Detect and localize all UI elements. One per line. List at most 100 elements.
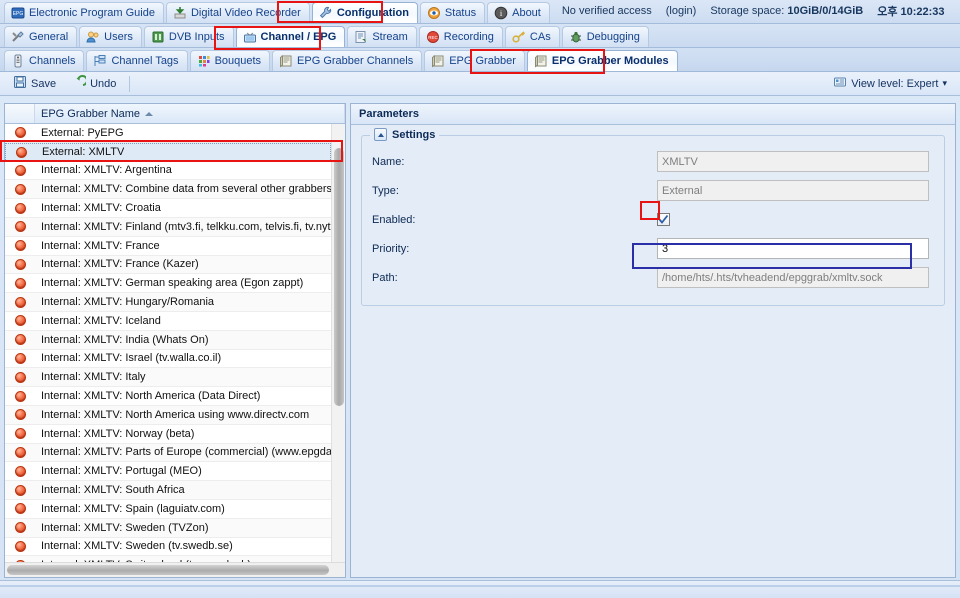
grabber-status-icon <box>5 334 35 346</box>
table-row[interactable]: Internal: XMLTV: South Africa <box>5 481 331 500</box>
grabber-status-icon <box>5 296 35 308</box>
tab-status[interactable]: Status <box>419 2 486 23</box>
epgtab-epg-grabber-channels[interactable]: EPG Grabber Channels <box>272 50 423 71</box>
table-row[interactable]: Internal: XMLTV: Norway (beta) <box>5 425 331 444</box>
grabber-status-icon <box>5 352 35 364</box>
path-label: Path: <box>372 271 398 284</box>
grabber-icon <box>534 54 548 68</box>
epgtab-epg-grabber[interactable]: EPG Grabber <box>424 50 525 71</box>
epgtab-channels[interactable]: Channels <box>4 50 85 71</box>
path-input[interactable] <box>657 267 929 288</box>
grid-body: External: PyEPG External: XMLTV Internal: … <box>5 124 345 562</box>
subtab-dvb-inputs[interactable]: DVB Inputs <box>143 26 234 47</box>
grabber-status-icon <box>5 446 35 458</box>
bulb-icon <box>14 183 26 195</box>
undo-button[interactable]: Undo <box>65 72 123 95</box>
bulb-icon <box>14 540 26 552</box>
table-row[interactable]: External: PyEPG <box>5 124 331 143</box>
checkmark-icon <box>658 214 669 224</box>
save-button[interactable]: Save <box>6 72 63 95</box>
table-row[interactable]: Internal: XMLTV: Croatia <box>5 199 331 218</box>
subtab-label: Recording <box>443 31 494 43</box>
table-row[interactable]: Internal: XMLTV: Sweden (tv.swedb.se) <box>5 538 331 557</box>
epg-icon: EPG <box>11 6 25 20</box>
tab-digital-video-recorder[interactable]: Digital Video Recorder <box>165 2 310 23</box>
grabber-status-icon <box>5 522 35 534</box>
grabber-name-cell: Internal: XMLTV: India (Whats On) <box>41 333 209 346</box>
table-row[interactable]: Internal: XMLTV: France (Kazer) <box>5 255 331 275</box>
tab-configuration[interactable]: Configuration <box>311 2 418 23</box>
action-toolbar: Save Undo View level: Expert ▾ <box>0 72 960 96</box>
login-link[interactable]: (login) <box>666 5 697 17</box>
table-row[interactable]: Internal: XMLTV: Finland (mtv3.fi, telkk… <box>5 217 331 237</box>
epgtab-label: Channel Tags <box>111 55 179 67</box>
save-icon <box>13 75 27 92</box>
grid-header-epg-grabber-name[interactable]: EPG Grabber Name <box>35 104 345 123</box>
type-label: Type: <box>372 184 399 197</box>
subtab-general[interactable]: General <box>4 26 78 47</box>
parameters-panel-title: Parameters <box>351 104 955 125</box>
grid-horizontal-scrollbar[interactable] <box>5 562 345 577</box>
subtab-label: Stream <box>372 31 408 43</box>
subtab-users[interactable]: Users <box>79 26 142 47</box>
epgtab-bouquets[interactable]: Bouquets <box>189 50 271 71</box>
tab-label: About <box>512 7 541 19</box>
table-row[interactable]: Internal: XMLTV: North America using www… <box>5 405 331 425</box>
view-level-label: View level: Expert <box>851 77 939 90</box>
bulb-icon <box>14 221 26 233</box>
tv-icon <box>243 30 257 44</box>
grabber-name-cell: Internal: XMLTV: Argentina <box>41 164 172 177</box>
epg-grabber-modules-grid: EPG Grabber Name External: PyEPG External… <box>4 103 346 578</box>
table-row[interactable]: Internal: XMLTV: North America (Data Dir… <box>5 387 331 406</box>
grid-horizontal-scroll-thumb[interactable] <box>7 565 329 575</box>
grabber-status-icon <box>5 428 35 440</box>
table-row[interactable]: Internal: XMLTV: Argentina <box>5 162 331 181</box>
name-input[interactable] <box>657 151 929 172</box>
table-row[interactable]: Internal: XMLTV: Iceland <box>5 312 331 331</box>
table-row[interactable]: Internal: XMLTV: Israel (tv.walla.co.il) <box>5 350 331 369</box>
bulb-icon <box>14 390 26 402</box>
grabber-status-icon <box>5 315 35 327</box>
grabber-name-cell: Internal: XMLTV: France (Kazer) <box>41 258 199 271</box>
tab-about[interactable]: i About <box>487 2 550 23</box>
table-row[interactable]: Internal: XMLTV: India (Whats On) <box>5 330 331 350</box>
subtab-channel-epg[interactable]: Channel / EPG <box>235 26 346 47</box>
collapse-settings-button[interactable] <box>374 128 387 141</box>
priority-input[interactable] <box>657 238 929 259</box>
table-row[interactable]: Internal: XMLTV: Portugal (MEO) <box>5 462 331 482</box>
view-level-button[interactable]: View level: Expert ▾ <box>826 72 954 95</box>
subtab-recording[interactable]: REC Recording <box>418 26 503 47</box>
grid-icon <box>197 54 211 68</box>
subtab-label: General <box>29 31 69 43</box>
table-row[interactable]: Internal: XMLTV: Hungary/Romania <box>5 293 331 312</box>
field-row-name: Name: <box>372 150 934 173</box>
grabber-name-cell: Internal: XMLTV: Israel (tv.walla.co.il) <box>41 352 222 365</box>
subtab-cas[interactable]: CAs <box>504 26 560 47</box>
grabber-name-cell: Internal: XMLTV: Sweden (TVZon) <box>41 521 209 534</box>
storage-space-group: Storage space: 10GiB/0/14GiB <box>710 5 863 17</box>
table-row[interactable]: Internal: XMLTV: Parts of Europe (commer… <box>5 443 331 463</box>
table-row[interactable]: Internal: XMLTV: German speaking area (E… <box>5 274 331 294</box>
table-row[interactable]: Internal: XMLTV: Combine data from sever… <box>5 180 331 200</box>
subtab-debugging[interactable]: Debugging <box>561 26 649 47</box>
grabber-name-cell: Internal: XMLTV: Norway (beta) <box>41 427 195 440</box>
epgtab-label: Channels <box>29 55 76 67</box>
table-row[interactable]: External: XMLTV <box>5 142 331 162</box>
bulb-icon <box>14 428 26 440</box>
enabled-checkbox[interactable] <box>657 213 670 226</box>
grabber-name-cell: External: XMLTV <box>42 146 125 159</box>
tab-electronic-program-guide[interactable]: EPG Electronic Program Guide <box>4 2 164 23</box>
grid-vertical-scroll-thumb[interactable] <box>334 148 344 406</box>
table-row[interactable]: Internal: XMLTV: Sweden (TVZon) <box>5 518 331 538</box>
epgtab-channel-tags[interactable]: Channel Tags <box>86 50 188 71</box>
table-row[interactable]: Internal: XMLTV: Italy <box>5 368 331 388</box>
svg-text:EPG: EPG <box>13 11 24 17</box>
type-input[interactable] <box>657 180 929 201</box>
table-row[interactable]: Internal: XMLTV: Spain (laguiatv.com) <box>5 500 331 519</box>
column-header-label: EPG Grabber Name <box>41 107 141 120</box>
subtab-stream[interactable]: Stream <box>347 26 417 47</box>
grabber-name-cell: External: PyEPG <box>41 126 124 139</box>
grid-vertical-scrollbar[interactable] <box>331 124 345 562</box>
table-row[interactable]: Internal: XMLTV: France <box>5 237 331 256</box>
epgtab-epg-grabber-modules[interactable]: EPG Grabber Modules <box>526 50 678 71</box>
